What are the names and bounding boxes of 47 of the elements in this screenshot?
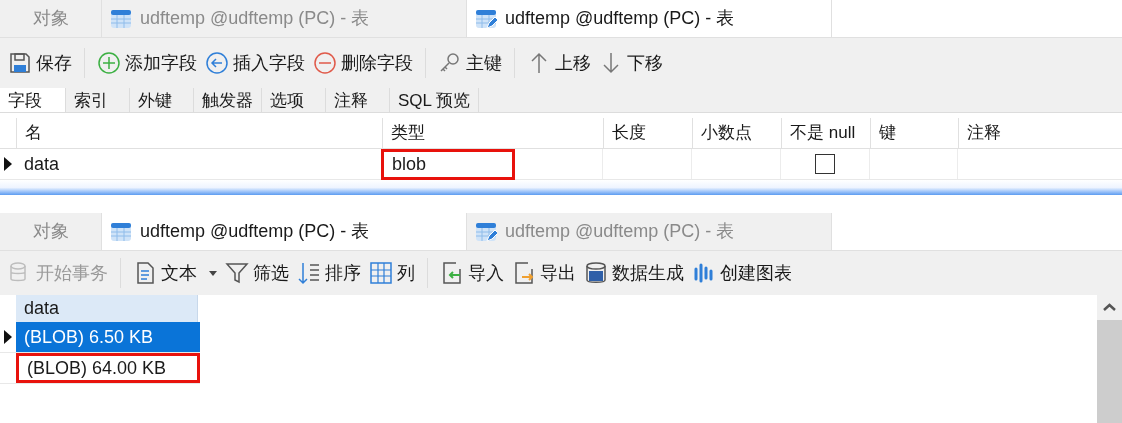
sort-icon: [297, 261, 321, 285]
table-icon: [110, 7, 132, 30]
import-icon: [440, 261, 464, 285]
column-header[interactable]: 小数点: [692, 118, 781, 148]
splitter[interactable]: [0, 180, 1122, 195]
filter-icon: [225, 261, 249, 285]
save-icon: [8, 51, 32, 75]
column-header[interactable]: 注释: [958, 118, 1122, 148]
plus-circle-icon: [97, 51, 121, 75]
toolbar-button[interactable]: 删除字段: [309, 45, 417, 81]
toolbar-button[interactable]: 主键: [434, 45, 506, 81]
database-icon: [584, 261, 608, 285]
column-header[interactable]: data: [16, 295, 198, 322]
column-header[interactable]: 不是 null: [781, 118, 870, 148]
grid-icon: [369, 261, 393, 285]
table-cell-text: data: [23, 152, 61, 176]
toolbar-button[interactable]: 添加字段: [93, 45, 201, 81]
table-cell: blob: [381, 148, 515, 180]
column-header[interactable]: 长度: [603, 118, 692, 148]
toolbar-button[interactable]: 插入字段: [201, 45, 309, 81]
toolbar-button[interactable]: 上移: [523, 45, 595, 81]
table-icon: [110, 220, 132, 243]
toolbar-button[interactable]: 数据生成: [580, 256, 688, 290]
table-edit-icon: [475, 7, 497, 30]
toolbar-button[interactable]: 列: [365, 256, 419, 290]
column-header[interactable]: 键: [870, 118, 958, 148]
minus-circle-icon: [313, 51, 337, 75]
column-header[interactable]: 类型: [382, 118, 603, 148]
toolbar-button[interactable]: 下移: [595, 45, 667, 81]
toolbar-button[interactable]: 筛选: [221, 256, 293, 290]
toolbar-button[interactable]: 导入: [436, 256, 508, 290]
toolbar-button[interactable]: 文本: [129, 256, 221, 290]
scrollbar-thumb[interactable]: [1097, 320, 1122, 423]
export-icon: [512, 261, 536, 285]
toolbar-button[interactable]: 创建图表: [688, 256, 796, 290]
checkbox[interactable]: [815, 154, 835, 174]
toolbar-button[interactable]: 保存: [4, 45, 76, 81]
grid-cell[interactable]: (BLOB) 6.50 KB: [16, 322, 200, 352]
arrow-left-circle-icon: [205, 51, 229, 75]
table-edit-icon: [475, 220, 497, 243]
chart-icon: [692, 261, 716, 285]
toolbar-button[interactable]: 排序: [293, 256, 365, 290]
toolbar-button[interactable]: 导出: [508, 256, 580, 290]
section-tab[interactable]: 字段: [0, 88, 66, 112]
column-header[interactable]: 名: [16, 118, 382, 148]
grid-cell[interactable]: (BLOB) 64.00 KB: [16, 353, 200, 383]
scrollbar[interactable]: [1097, 295, 1122, 423]
